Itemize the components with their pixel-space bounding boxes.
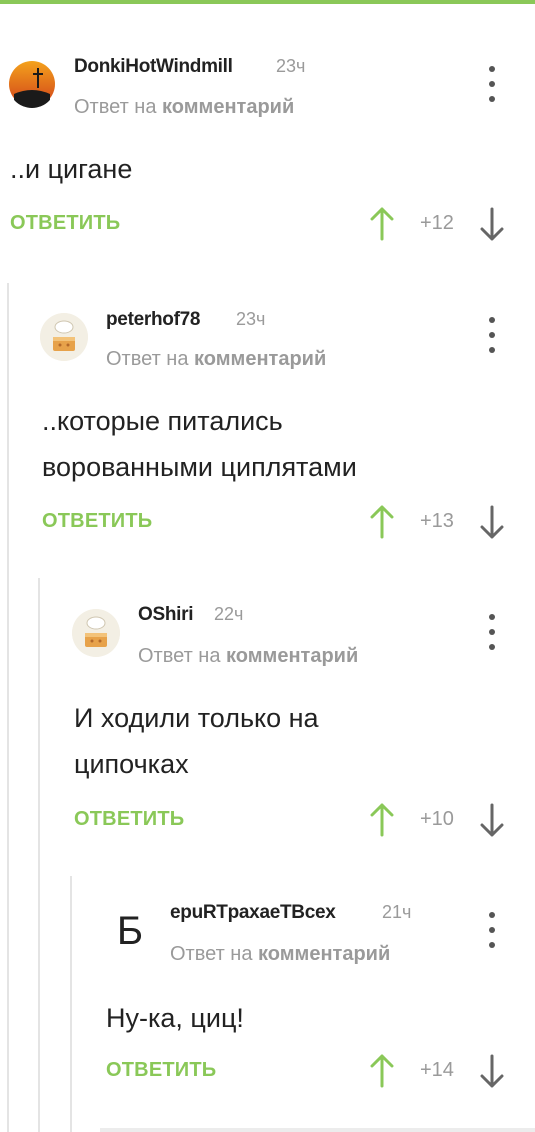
reply-target-link[interactable]: комментарий — [162, 96, 294, 118]
more-options-button[interactable] — [482, 66, 502, 102]
thread-line-level-2 — [38, 578, 40, 1132]
reply-to-label: Ответ на комментарий — [106, 348, 326, 371]
top-accent-bar — [0, 0, 535, 4]
comment-text-line: ..и цигане — [10, 154, 133, 184]
score: +10 — [420, 808, 454, 830]
comment-text-line: ворованными циплятами — [42, 452, 357, 482]
upvote-arrow-icon[interactable] — [370, 803, 394, 837]
reply-button[interactable]: ОТВЕТИТЬ — [10, 212, 120, 235]
reply-target-link[interactable]: комментарий — [194, 348, 326, 370]
reply-prefix: Ответ на — [170, 943, 253, 965]
timestamp: 23ч — [276, 56, 306, 76]
comment-text: ..и цигане — [10, 146, 132, 192]
username[interactable]: epuRTpaxaeTBcex — [170, 902, 336, 924]
reply-target-link[interactable]: комментарий — [226, 645, 358, 667]
more-vertical-icon — [489, 912, 495, 918]
avatar[interactable] — [8, 60, 56, 108]
timestamp: 23ч — [236, 309, 266, 329]
chef-cake-avatar-icon — [40, 313, 88, 361]
comment-text: Ну-ка, циц! — [106, 995, 244, 1041]
more-options-button[interactable] — [482, 912, 502, 948]
comment-text-line: И ходили только на — [74, 703, 319, 733]
reply-button[interactable]: ОТВЕТИТЬ — [106, 1059, 216, 1082]
downvote-arrow-icon[interactable] — [480, 505, 504, 539]
more-options-button[interactable] — [482, 317, 502, 353]
reply-to-label: Ответ на комментарий — [170, 943, 390, 966]
upvote-arrow-icon[interactable] — [370, 1054, 394, 1088]
more-vertical-icon — [489, 317, 495, 323]
comment-text-line: ципочках — [74, 749, 189, 779]
chef-cake-avatar-icon — [72, 609, 120, 657]
next-comment-edge — [100, 1128, 535, 1132]
username[interactable]: peterhof78 — [106, 309, 200, 331]
timestamp: 21ч — [382, 902, 412, 922]
more-vertical-icon — [489, 614, 495, 620]
reply-to-label: Ответ на комментарий — [138, 645, 358, 668]
username[interactable]: DonkiHotWindmill — [74, 56, 233, 78]
downvote-arrow-icon[interactable] — [480, 803, 504, 837]
avatar[interactable] — [40, 313, 88, 361]
score: +12 — [420, 212, 454, 234]
score: +14 — [420, 1059, 454, 1081]
reply-prefix: Ответ на — [74, 96, 157, 118]
reply-button[interactable]: ОТВЕТИТЬ — [74, 808, 184, 831]
avatar-letter: Б — [116, 908, 144, 953]
upvote-arrow-icon[interactable] — [370, 505, 394, 539]
avatar[interactable] — [72, 609, 120, 657]
username[interactable]: OShiri — [138, 604, 194, 626]
downvote-arrow-icon[interactable] — [480, 207, 504, 241]
timestamp: 22ч — [214, 604, 244, 624]
comment-text-line: Ну-ка, циц! — [106, 1003, 244, 1033]
thread-line-level-1 — [7, 283, 9, 1132]
comment-text-line: ..которые питались — [42, 406, 283, 436]
upvote-arrow-icon[interactable] — [370, 207, 394, 241]
comment-text: И ходили только на ципочках — [74, 695, 319, 787]
comment-text: ..которые питались ворованными циплятами — [42, 398, 357, 490]
reply-button[interactable]: ОТВЕТИТЬ — [42, 510, 152, 533]
reply-to-label: Ответ на комментарий — [74, 96, 294, 119]
sunset-cross-avatar-icon — [9, 61, 55, 108]
downvote-arrow-icon[interactable] — [480, 1054, 504, 1088]
reply-target-link[interactable]: комментарий — [258, 943, 390, 965]
reply-prefix: Ответ на — [138, 645, 221, 667]
avatar[interactable]: Б — [106, 907, 154, 955]
reply-prefix: Ответ на — [106, 348, 189, 370]
score: +13 — [420, 510, 454, 532]
more-options-button[interactable] — [482, 614, 502, 650]
more-vertical-icon — [489, 66, 495, 72]
thread-line-level-3 — [70, 876, 72, 1132]
